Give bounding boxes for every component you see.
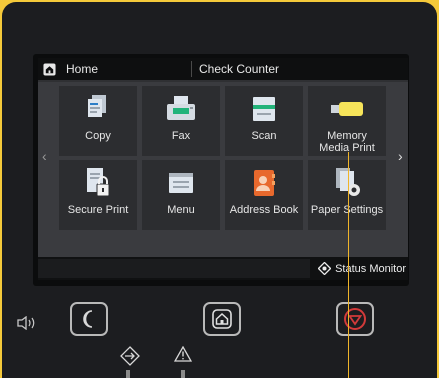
check-counter-label: Check Counter — [199, 62, 280, 76]
tile-fax-label: Fax — [171, 130, 191, 142]
scan-icon — [253, 97, 275, 121]
status-bar: Status Monitor — [38, 257, 408, 280]
status-monitor-icon — [318, 262, 332, 275]
tile-memory-label-line1: Memory — [327, 130, 367, 142]
paper-settings-icon — [336, 168, 360, 196]
menu-icon — [169, 173, 193, 193]
tile-scan[interactable]: Scan — [225, 86, 303, 156]
secure-print-icon — [87, 168, 110, 197]
data-led — [126, 370, 130, 378]
tile-memory-label-line2: Media Print — [319, 142, 375, 154]
tile-secure-print-label: Secure Print — [67, 204, 129, 216]
next-page-arrow[interactable]: › — [398, 148, 403, 164]
volume-icon[interactable] — [17, 316, 37, 330]
energy-saver-button[interactable] — [70, 302, 108, 336]
error-indicator-icon — [174, 346, 192, 362]
stop-button[interactable] — [336, 302, 374, 336]
copy-icon — [88, 95, 106, 117]
tile-menu-label: Menu — [167, 204, 195, 216]
tile-paper-settings[interactable]: Paper Settings — [308, 160, 386, 230]
touch-screen: Home Check Counter ‹ › Copy Fax Scan Mem… — [38, 58, 408, 280]
home-icon — [43, 62, 56, 76]
home-tab-label: Home — [66, 62, 99, 76]
status-monitor-label: Status Monitor — [335, 262, 406, 275]
tile-address-book[interactable]: Address Book — [225, 160, 303, 230]
home-button-icon — [212, 309, 232, 329]
data-indicator-icon — [120, 346, 140, 366]
tile-paper-settings-label: Paper Settings — [310, 204, 384, 216]
tile-copy-label: Copy — [85, 130, 111, 142]
error-led — [181, 370, 185, 378]
prev-page-arrow[interactable]: ‹ — [42, 148, 47, 164]
address-book-icon — [254, 170, 275, 196]
status-monitor-button[interactable]: Status Monitor — [318, 257, 406, 280]
status-message-area — [38, 259, 310, 278]
tile-fax[interactable]: Fax — [142, 86, 220, 156]
home-tab[interactable]: Home — [38, 58, 190, 80]
stop-icon — [344, 308, 366, 330]
tile-secure-print[interactable]: Secure Print — [59, 160, 137, 230]
tile-scan-label: Scan — [251, 130, 277, 142]
tile-address-book-label: Address Book — [229, 204, 299, 216]
top-bar: Home Check Counter — [38, 58, 408, 80]
tile-memory-media-print[interactable]: Memory Media Print — [308, 86, 386, 156]
tile-copy[interactable]: Copy — [59, 86, 137, 156]
tile-menu[interactable]: Menu — [142, 160, 220, 230]
callout-line — [348, 152, 349, 378]
home-grid: ‹ › Copy Fax Scan Memory Media Print Sec… — [38, 82, 408, 269]
fax-icon — [167, 96, 195, 120]
moon-icon — [83, 310, 93, 328]
usb-memory-icon — [331, 102, 363, 116]
tab-divider — [191, 61, 192, 77]
check-counter-tab[interactable]: Check Counter — [199, 58, 279, 80]
home-hardware-button[interactable] — [203, 302, 241, 336]
